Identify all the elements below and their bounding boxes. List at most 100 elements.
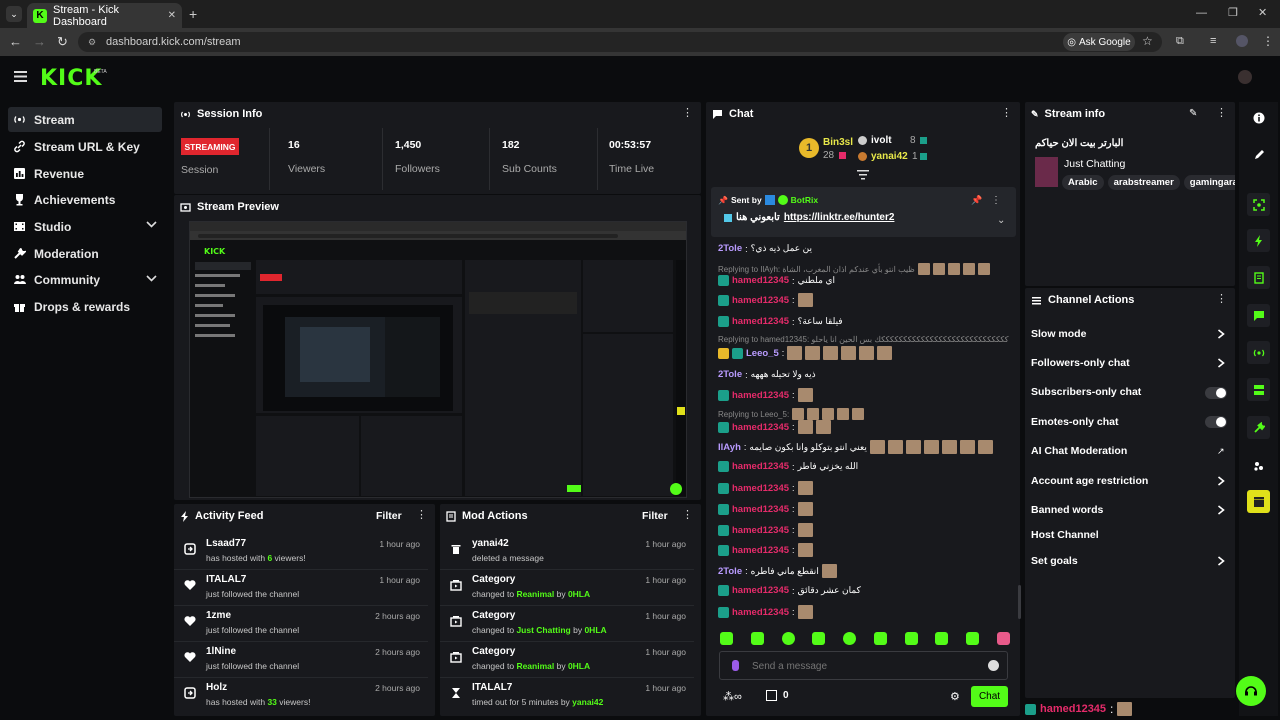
forward-button[interactable]: →	[33, 34, 46, 49]
leader-name[interactable]: Bin3sl	[823, 137, 853, 148]
minimize-button[interactable]: —	[1196, 7, 1207, 19]
emotes-only-toggle[interactable]	[1205, 416, 1227, 428]
chat-username[interactable]: hamed12345	[732, 275, 789, 286]
action-set-goals[interactable]: Set goals	[1031, 555, 1078, 567]
chat-input[interactable]	[752, 658, 972, 674]
chat-bubble-icon[interactable]	[1247, 304, 1270, 327]
user-avatar[interactable]	[1238, 70, 1252, 84]
more-options-icon[interactable]: ⋮	[682, 108, 693, 119]
document-icon[interactable]	[1247, 266, 1270, 289]
back-button[interactable]: ←	[9, 34, 22, 49]
chat-settings-icon[interactable]: ⚙	[950, 690, 960, 703]
emote-button[interactable]	[812, 632, 826, 645]
emote-button[interactable]	[750, 632, 764, 645]
support-headset-icon[interactable]	[1236, 676, 1266, 706]
chat-username[interactable]: hamed12345	[732, 585, 789, 596]
footer-username[interactable]: hamed12345	[1040, 703, 1106, 715]
clapboard-icon[interactable]	[1247, 490, 1270, 513]
emote-button[interactable]	[996, 632, 1010, 645]
chevron-down-icon[interactable]	[146, 275, 157, 282]
browser-tab[interactable]: K Stream - Kick Dashboard ✕	[27, 3, 182, 28]
leader-name[interactable]: ivolt	[871, 135, 892, 146]
edit-icon[interactable]: ✎	[1189, 108, 1197, 119]
action-banned-words[interactable]: Banned words	[1031, 504, 1103, 516]
chat-username[interactable]: hamed12345	[732, 390, 789, 401]
url-field[interactable]: dashboard.kick.com/stream	[78, 32, 1162, 52]
emote-button[interactable]	[720, 632, 733, 645]
media-icon[interactable]: ≡	[1210, 35, 1216, 47]
filter-button[interactable]: Filter	[642, 510, 668, 522]
emote-button[interactable]	[843, 632, 857, 645]
subscribers-only-toggle[interactable]	[1205, 387, 1227, 399]
info-icon[interactable]	[1247, 106, 1270, 129]
site-info-icon[interactable]: ⚙	[88, 37, 96, 48]
chat-username[interactable]: 2Tole	[718, 566, 742, 577]
more-options-icon[interactable]: ⋮	[1216, 294, 1227, 305]
tag[interactable]: gamingarab	[1183, 175, 1235, 190]
leader-name[interactable]: yanai42	[871, 151, 908, 162]
focus-icon[interactable]	[1247, 193, 1270, 216]
bookmark-star-icon[interactable]: ☆	[1142, 34, 1153, 48]
bot-name[interactable]: BotRix	[791, 195, 818, 205]
more-options-icon[interactable]: ⋮	[416, 510, 427, 521]
chevron-right-icon[interactable]	[1217, 329, 1225, 339]
chevron-down-icon[interactable]	[146, 221, 157, 228]
close-window-button[interactable]: ✕	[1258, 6, 1267, 19]
pinned-link[interactable]: https://linktr.ee/hunter2	[784, 212, 895, 223]
chat-username[interactable]: hamed12345	[732, 525, 789, 536]
emote-button[interactable]	[873, 632, 887, 645]
send-chat-button[interactable]: Chat	[971, 686, 1008, 707]
emoji-picker-icon[interactable]	[988, 660, 999, 671]
filter-button[interactable]: Filter	[376, 510, 402, 522]
chevron-right-icon[interactable]	[1217, 556, 1225, 566]
chevron-right-icon[interactable]	[1217, 505, 1225, 515]
chat-username[interactable]: hamed12345	[732, 461, 789, 472]
chat-username[interactable]: hamed12345	[732, 422, 789, 433]
chat-username[interactable]: IlAyh	[718, 442, 741, 453]
emote-button[interactable]	[904, 632, 918, 645]
chat-username[interactable]: hamed12345	[732, 545, 789, 556]
chevron-right-icon[interactable]	[1217, 476, 1225, 486]
microphone-icon[interactable]	[732, 660, 739, 671]
category-thumbnail[interactable]	[1035, 157, 1058, 187]
chat-username[interactable]: hamed12345	[732, 483, 789, 494]
stream-preview-video[interactable]: KICK	[189, 221, 687, 498]
action-slow-mode[interactable]: Slow mode	[1031, 328, 1086, 340]
more-options-icon[interactable]: ⋮	[1216, 108, 1227, 119]
broadcast-icon[interactable]	[1247, 341, 1270, 364]
sidebar-item-moderation[interactable]: Moderation	[8, 241, 162, 266]
action-ai-chat-moderation[interactable]: AI Chat Moderation	[1031, 445, 1127, 457]
emote-button[interactable]	[935, 632, 949, 645]
chat-username[interactable]: 2Tole	[718, 243, 742, 254]
sidebar-item-community[interactable]: Community	[8, 267, 162, 292]
chat-username[interactable]: 2Tole	[718, 369, 742, 380]
more-options-icon[interactable]: ⋮	[1001, 108, 1012, 119]
action-host-channel[interactable]: Host Channel	[1031, 529, 1099, 541]
hamburger-menu-icon[interactable]	[14, 71, 27, 82]
tab-list-button[interactable]: ⌄	[6, 6, 22, 22]
wrench-icon[interactable]	[1247, 416, 1270, 439]
chat-username[interactable]: hamed12345	[732, 607, 789, 618]
points-icon[interactable]	[1247, 454, 1270, 477]
external-link-icon[interactable]: ↗	[1217, 446, 1225, 457]
sidebar-item-studio[interactable]: Studio	[8, 214, 162, 239]
close-tab-icon[interactable]: ✕	[168, 10, 176, 21]
browser-menu-icon[interactable]: ⋮	[1262, 34, 1274, 48]
sidebar-item-drops-rewards[interactable]: Drops & rewards	[8, 294, 162, 319]
chat-username[interactable]: hamed12345	[732, 504, 789, 515]
emote-button[interactable]	[966, 632, 980, 645]
extensions-icon[interactable]: ⧉	[1176, 35, 1184, 48]
sidebar-item-achievements[interactable]: Achievements	[8, 187, 162, 212]
emote-button[interactable]	[781, 632, 795, 645]
profile-avatar[interactable]	[1236, 35, 1248, 47]
tag[interactable]: Arabic	[1062, 175, 1104, 190]
action-account-age[interactable]: Account age restriction	[1031, 475, 1148, 487]
tag[interactable]: arabstreamer	[1107, 175, 1180, 190]
points-icon[interactable]: ⁂∞	[723, 690, 742, 703]
chevron-down-icon[interactable]: ⌄	[997, 215, 1005, 226]
chevron-right-icon[interactable]	[1217, 358, 1225, 368]
new-tab-button[interactable]: +	[189, 6, 197, 22]
action-followers-only[interactable]: Followers-only chat	[1031, 357, 1130, 369]
chat-input-box[interactable]	[719, 651, 1008, 680]
layout-icon[interactable]	[1247, 378, 1270, 401]
